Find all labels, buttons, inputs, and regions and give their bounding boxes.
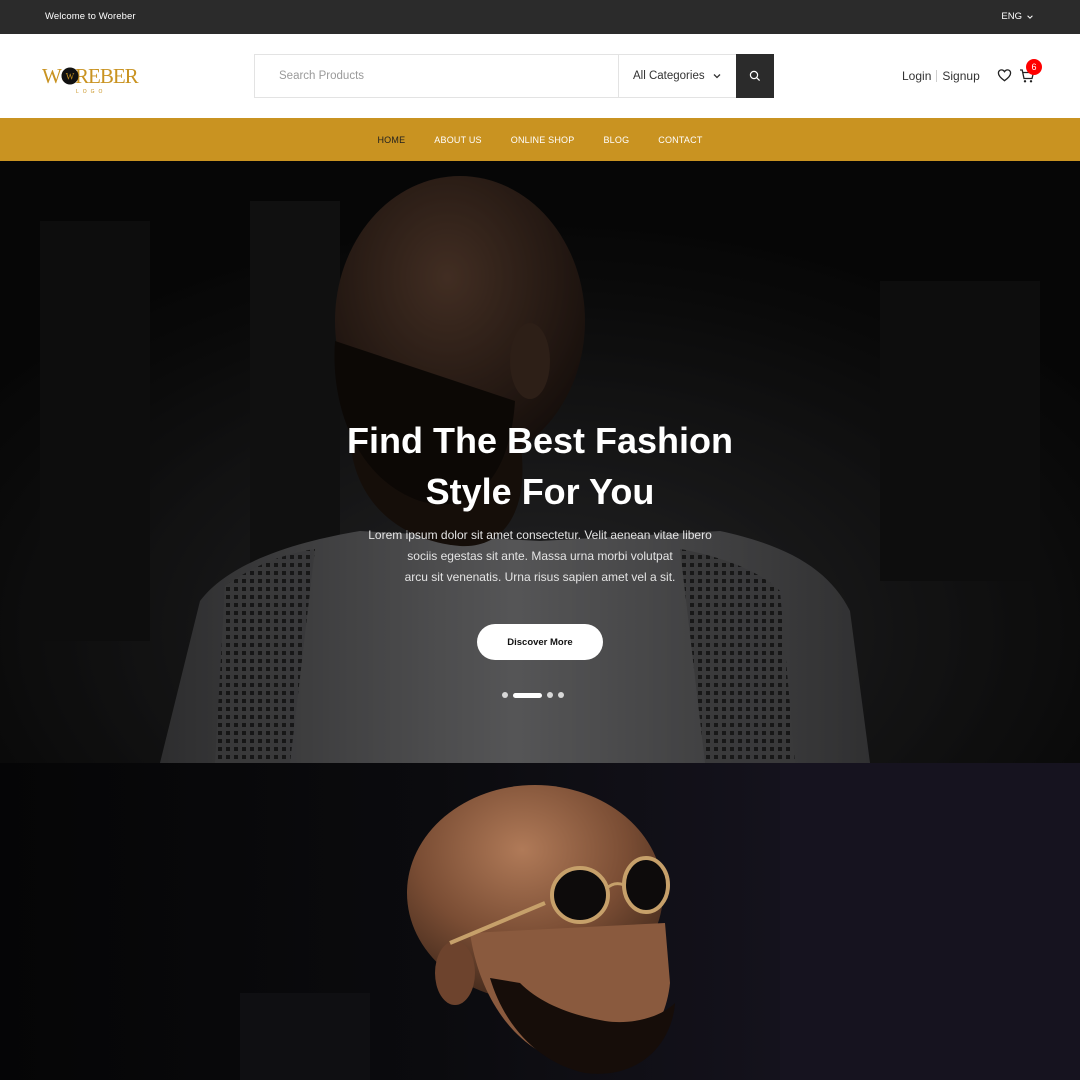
logo-subtext: LOGO — [76, 89, 106, 95]
slider-dot[interactable] — [547, 692, 553, 698]
chevron-down-icon — [1027, 14, 1033, 19]
nav-home[interactable]: HOME — [363, 135, 420, 145]
category-select[interactable]: All Categories — [618, 55, 736, 97]
main-nav: HOME ABOUT US ONLINE SHOP BLOG CONTACT — [0, 118, 1080, 161]
slider-dot-active[interactable] — [513, 692, 542, 698]
chevron-down-icon — [713, 74, 721, 79]
hero-description: Lorem ipsum dolor sit amet consectetur. … — [0, 525, 1080, 588]
model-with-sunglasses-image — [240, 763, 1080, 1080]
language-label: ENG — [1001, 11, 1022, 22]
signup-link[interactable]: Signup — [942, 69, 979, 83]
hero-slider: Find The Best Fashion Style For You Lore… — [0, 161, 1080, 763]
login-link[interactable]: Login — [902, 69, 931, 83]
search-icon — [749, 70, 761, 82]
nav-blog[interactable]: BLOG — [589, 135, 644, 145]
site-logo[interactable]: WOREBER W LOGO — [42, 62, 142, 96]
language-selector[interactable]: ENG — [1001, 11, 1034, 22]
hero-title-line-1: Find The Best Fashion — [346, 420, 733, 461]
header: WOREBER W LOGO All Categories Login Sign… — [0, 34, 1080, 118]
hero-description-line-2: sociis egestas sit ante. Massa urna morb… — [407, 549, 673, 563]
nav-contact[interactable]: CONTACT — [644, 135, 717, 145]
welcome-text: Welcome to Woreber — [45, 11, 136, 22]
hero-description-line-3: arcu sit venenatis. Urna risus sapien am… — [404, 570, 676, 584]
hero-title: Find The Best Fashion Style For You — [0, 415, 1080, 517]
search-input[interactable] — [255, 55, 618, 97]
svg-text:W: W — [66, 72, 75, 82]
hero-description-line-1: Lorem ipsum dolor sit amet consectetur. … — [368, 528, 712, 542]
cart-count-badge: 6 — [1026, 59, 1042, 75]
slider-dot[interactable] — [502, 692, 508, 698]
discover-more-button[interactable]: Discover More — [477, 624, 603, 660]
search-bar: All Categories — [254, 54, 774, 98]
top-bar: Welcome to Woreber ENG — [0, 0, 1080, 34]
auth-links: Login Signup — [902, 69, 980, 83]
nav-online-shop[interactable]: ONLINE SHOP — [496, 135, 589, 145]
divider — [936, 70, 938, 82]
slider-pagination — [502, 692, 564, 698]
nav-about-us[interactable]: ABOUT US — [420, 135, 496, 145]
search-button[interactable] — [736, 54, 774, 98]
slider-dot[interactable] — [558, 692, 564, 698]
featured-image-section — [0, 763, 1080, 1080]
logo-text: WOREBER — [42, 64, 139, 88]
hero-title-line-2: Style For You — [425, 471, 655, 512]
category-label: All Categories — [633, 70, 705, 82]
heart-icon[interactable] — [997, 68, 1012, 83]
